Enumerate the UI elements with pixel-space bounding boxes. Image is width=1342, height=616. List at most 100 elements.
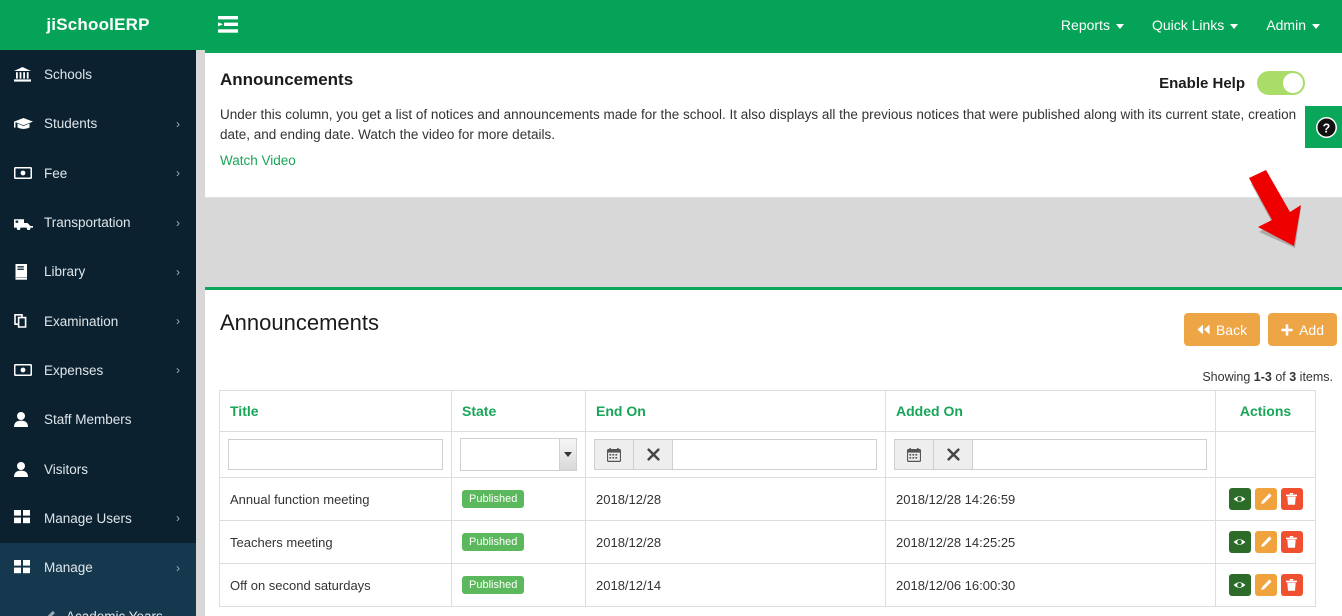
grid-icon [14, 559, 42, 576]
grid-icon [14, 510, 42, 526]
eye-icon [1233, 539, 1246, 545]
view-action-button[interactable] [1228, 574, 1251, 596]
column-header-added-on[interactable]: Added On [885, 390, 1216, 432]
main-content: Announcements Under this column, you get… [196, 50, 1342, 616]
chevron-right-icon: › [176, 264, 180, 279]
state-filter-select[interactable] [460, 438, 577, 471]
sidebar-item-label: Expenses [44, 362, 104, 378]
sidebar-item-manage-users[interactable]: Manage Users › [0, 494, 196, 543]
edit-action-button[interactable] [1254, 488, 1277, 510]
sidebar-item-label: Manage [44, 560, 93, 576]
sidebar-item-label: Manage Users [44, 510, 132, 526]
close-x-icon[interactable] [634, 440, 673, 469]
sidebar-item-students[interactable]: Students › [0, 99, 196, 148]
sidebar-toggle-button[interactable] [213, 10, 243, 38]
cell-end-on: 2018/12/14 [585, 563, 886, 607]
sidebar-item-label: Examination [44, 313, 119, 329]
showing-summary: Showing 1-3 of 3 items. [1202, 370, 1333, 384]
topnav-label: Admin [1266, 17, 1306, 33]
delete-action-button[interactable] [1280, 574, 1303, 596]
table-filter-row [219, 431, 1316, 478]
topnav-item-quick-links[interactable]: Quick Links [1138, 0, 1252, 50]
sidebar-item-label: Visitors [44, 461, 89, 477]
end-on-filter-group [594, 439, 877, 470]
end-on-filter-input[interactable] [673, 440, 876, 469]
cell-actions [1215, 563, 1316, 607]
title-filter-input[interactable] [228, 439, 443, 470]
add-button-label: Add [1299, 321, 1324, 338]
help-button[interactable]: ? [1305, 106, 1342, 148]
edit-action-button[interactable] [1254, 531, 1277, 553]
sidebar-item-transportation[interactable]: Transportation › [0, 198, 196, 247]
chevron-down-icon [1312, 23, 1320, 29]
cell-actions [1215, 477, 1316, 521]
pencil-icon [1260, 536, 1272, 547]
user-icon [14, 412, 42, 428]
watch-video-link[interactable]: Watch Video [220, 153, 296, 168]
trash-icon [1286, 536, 1297, 548]
sidebar-item-library[interactable]: Library › [0, 247, 196, 296]
svg-text:?: ? [1322, 121, 1330, 135]
sidebar-item-label: Transportation [44, 215, 131, 231]
pencil-icon [1260, 493, 1272, 504]
added-on-filter-input[interactable] [973, 440, 1206, 469]
sidebar-item-staff-members[interactable]: Staff Members [0, 395, 196, 444]
eye-icon [1233, 496, 1246, 502]
delete-action-button[interactable] [1280, 531, 1303, 553]
topnav-item-admin[interactable]: Admin [1252, 0, 1334, 50]
filter-cell-end-on [585, 431, 886, 478]
cell-added-on: 2018/12/28 14:26:59 [885, 477, 1216, 521]
table-row[interactable]: Off on second saturdays Published 2018/1… [219, 563, 1316, 607]
sidebar-item-label: Students [44, 116, 98, 132]
status-badge: Published [462, 533, 525, 551]
sidebar-item-manage[interactable]: Manage › [0, 542, 196, 593]
topnav-item-reports[interactable]: Reports [1047, 0, 1138, 50]
edit-action-button[interactable] [1254, 574, 1277, 596]
filter-cell-state [451, 431, 586, 478]
close-x-icon[interactable] [934, 440, 973, 469]
bank-icon [14, 67, 42, 82]
column-header-title[interactable]: Title [219, 390, 452, 432]
view-action-button[interactable] [1228, 531, 1251, 553]
view-action-button[interactable] [1228, 488, 1251, 510]
filter-cell-title [219, 431, 452, 478]
page-title: Announcements [220, 70, 354, 89]
add-button[interactable]: Add [1268, 313, 1337, 346]
sidebar-item-fee[interactable]: Fee › [0, 149, 196, 198]
table-row[interactable]: Teachers meeting Published 2018/12/28 20… [219, 520, 1316, 564]
pencil-icon [1260, 579, 1272, 590]
chevron-down-icon [1230, 23, 1239, 29]
showing-middle: of [1271, 370, 1290, 384]
cell-added-on: 2018/12/28 14:25:25 [885, 520, 1216, 564]
row-action-group [1226, 488, 1305, 510]
state-filter-wrap [460, 438, 577, 471]
chevron-right-icon: › [176, 166, 180, 181]
column-header-end-on[interactable]: End On [585, 390, 886, 432]
calendar-icon[interactable] [895, 440, 934, 469]
table-row[interactable]: Annual function meeting Published 2018/1… [219, 477, 1316, 521]
sidebar-item-visitors[interactable]: Visitors [0, 444, 196, 493]
bus-icon [14, 216, 42, 230]
calendar-icon[interactable] [595, 440, 634, 469]
showing-prefix: Showing [1202, 370, 1254, 384]
sidebar-item-examination[interactable]: Examination › [0, 296, 196, 345]
app-brand[interactable]: jiSchoolERP [0, 0, 196, 50]
row-action-group [1226, 531, 1305, 553]
sidebar-item-academic-years[interactable]: Academic Years [0, 592, 196, 616]
sidebar-item-expenses[interactable]: Expenses › [0, 346, 196, 395]
column-header-actions: Actions [1215, 390, 1316, 432]
enable-help-toggle[interactable] [1257, 71, 1305, 95]
money-bill-icon [14, 364, 42, 377]
plus-icon [1281, 323, 1293, 336]
sidebar-item-schools[interactable]: Schools [0, 50, 196, 99]
status-badge: Published [462, 490, 525, 508]
top-navbar: jiSchoolERP Reports Quick Links Admin [0, 0, 1342, 50]
back-button[interactable]: Back [1183, 313, 1261, 346]
column-header-state[interactable]: State [451, 390, 586, 432]
announcements-table: Title State End On Added On Actions Annu… [219, 390, 1316, 607]
table-body: Annual function meeting Published 2018/1… [219, 477, 1316, 607]
delete-action-button[interactable] [1280, 488, 1303, 510]
announcements-panel: Announcements Back Add Showing 1-3 of 3 … [205, 287, 1342, 616]
user-icon [14, 461, 42, 477]
copy-icon [14, 313, 42, 329]
